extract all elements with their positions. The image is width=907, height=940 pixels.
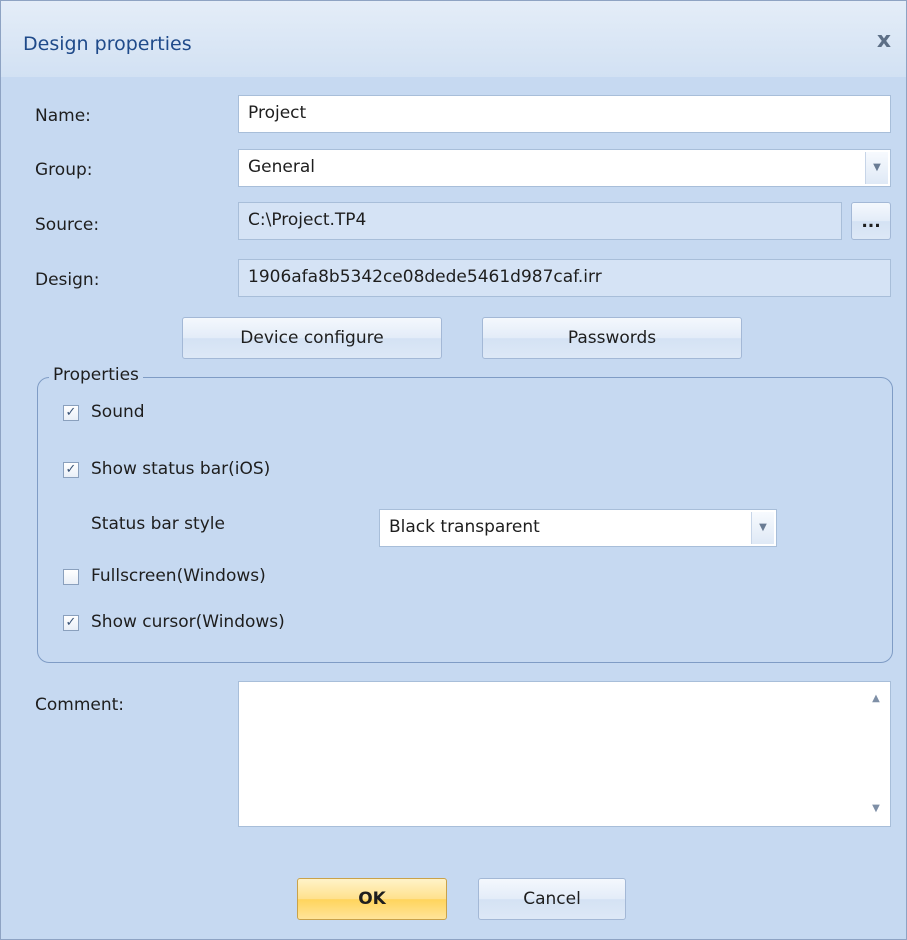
device-configure-button[interactable]: Device configure <box>182 317 442 359</box>
show-status-bar-label: Show status bar(iOS) <box>91 459 271 479</box>
chevron-down-icon[interactable]: ▼ <box>751 512 774 544</box>
properties-legend: Properties <box>49 365 143 385</box>
source-field: C:\Project.TP4 <box>238 202 842 240</box>
scroll-up-icon[interactable]: ▲ <box>869 693 883 707</box>
chevron-down-icon[interactable]: ▼ <box>865 152 888 184</box>
show-cursor-label: Show cursor(Windows) <box>91 612 285 632</box>
group-select[interactable]: General ▼ <box>238 149 891 187</box>
title-bar: Design properties x <box>1 1 906 77</box>
group-label: Group: <box>35 160 93 180</box>
close-icon[interactable]: x <box>872 29 896 53</box>
status-bar-style-select[interactable]: Black transparent ▼ <box>379 509 777 547</box>
comment-textarea[interactable] <box>238 681 891 827</box>
scroll-down-icon[interactable]: ▼ <box>869 803 883 817</box>
name-input[interactable]: Project <box>238 95 891 133</box>
fullscreen-checkbox[interactable] <box>63 569 79 585</box>
status-bar-style-value: Black transparent <box>389 517 540 537</box>
source-label: Source: <box>35 215 100 235</box>
group-select-value: General <box>248 157 315 177</box>
show-cursor-checkbox[interactable]: ✓ <box>63 615 79 631</box>
dialog-title: Design properties <box>23 33 192 55</box>
fullscreen-label: Fullscreen(Windows) <box>91 566 266 586</box>
sound-checkbox[interactable]: ✓ <box>63 405 79 421</box>
passwords-button[interactable]: Passwords <box>482 317 742 359</box>
ok-button[interactable]: OK <box>297 878 447 920</box>
status-bar-style-label: Status bar style <box>91 514 225 534</box>
sound-label: Sound <box>91 402 145 422</box>
comment-label: Comment: <box>35 695 125 715</box>
design-field: 1906afa8b5342ce08dede5461d987caf.irr <box>238 259 891 297</box>
show-status-bar-checkbox[interactable]: ✓ <box>63 462 79 478</box>
name-label: Name: <box>35 106 91 126</box>
browse-button[interactable]: ... <box>851 202 891 240</box>
cancel-button[interactable]: Cancel <box>478 878 626 920</box>
design-properties-dialog: Design properties x Name: Project Group:… <box>0 0 907 940</box>
design-label: Design: <box>35 270 100 290</box>
